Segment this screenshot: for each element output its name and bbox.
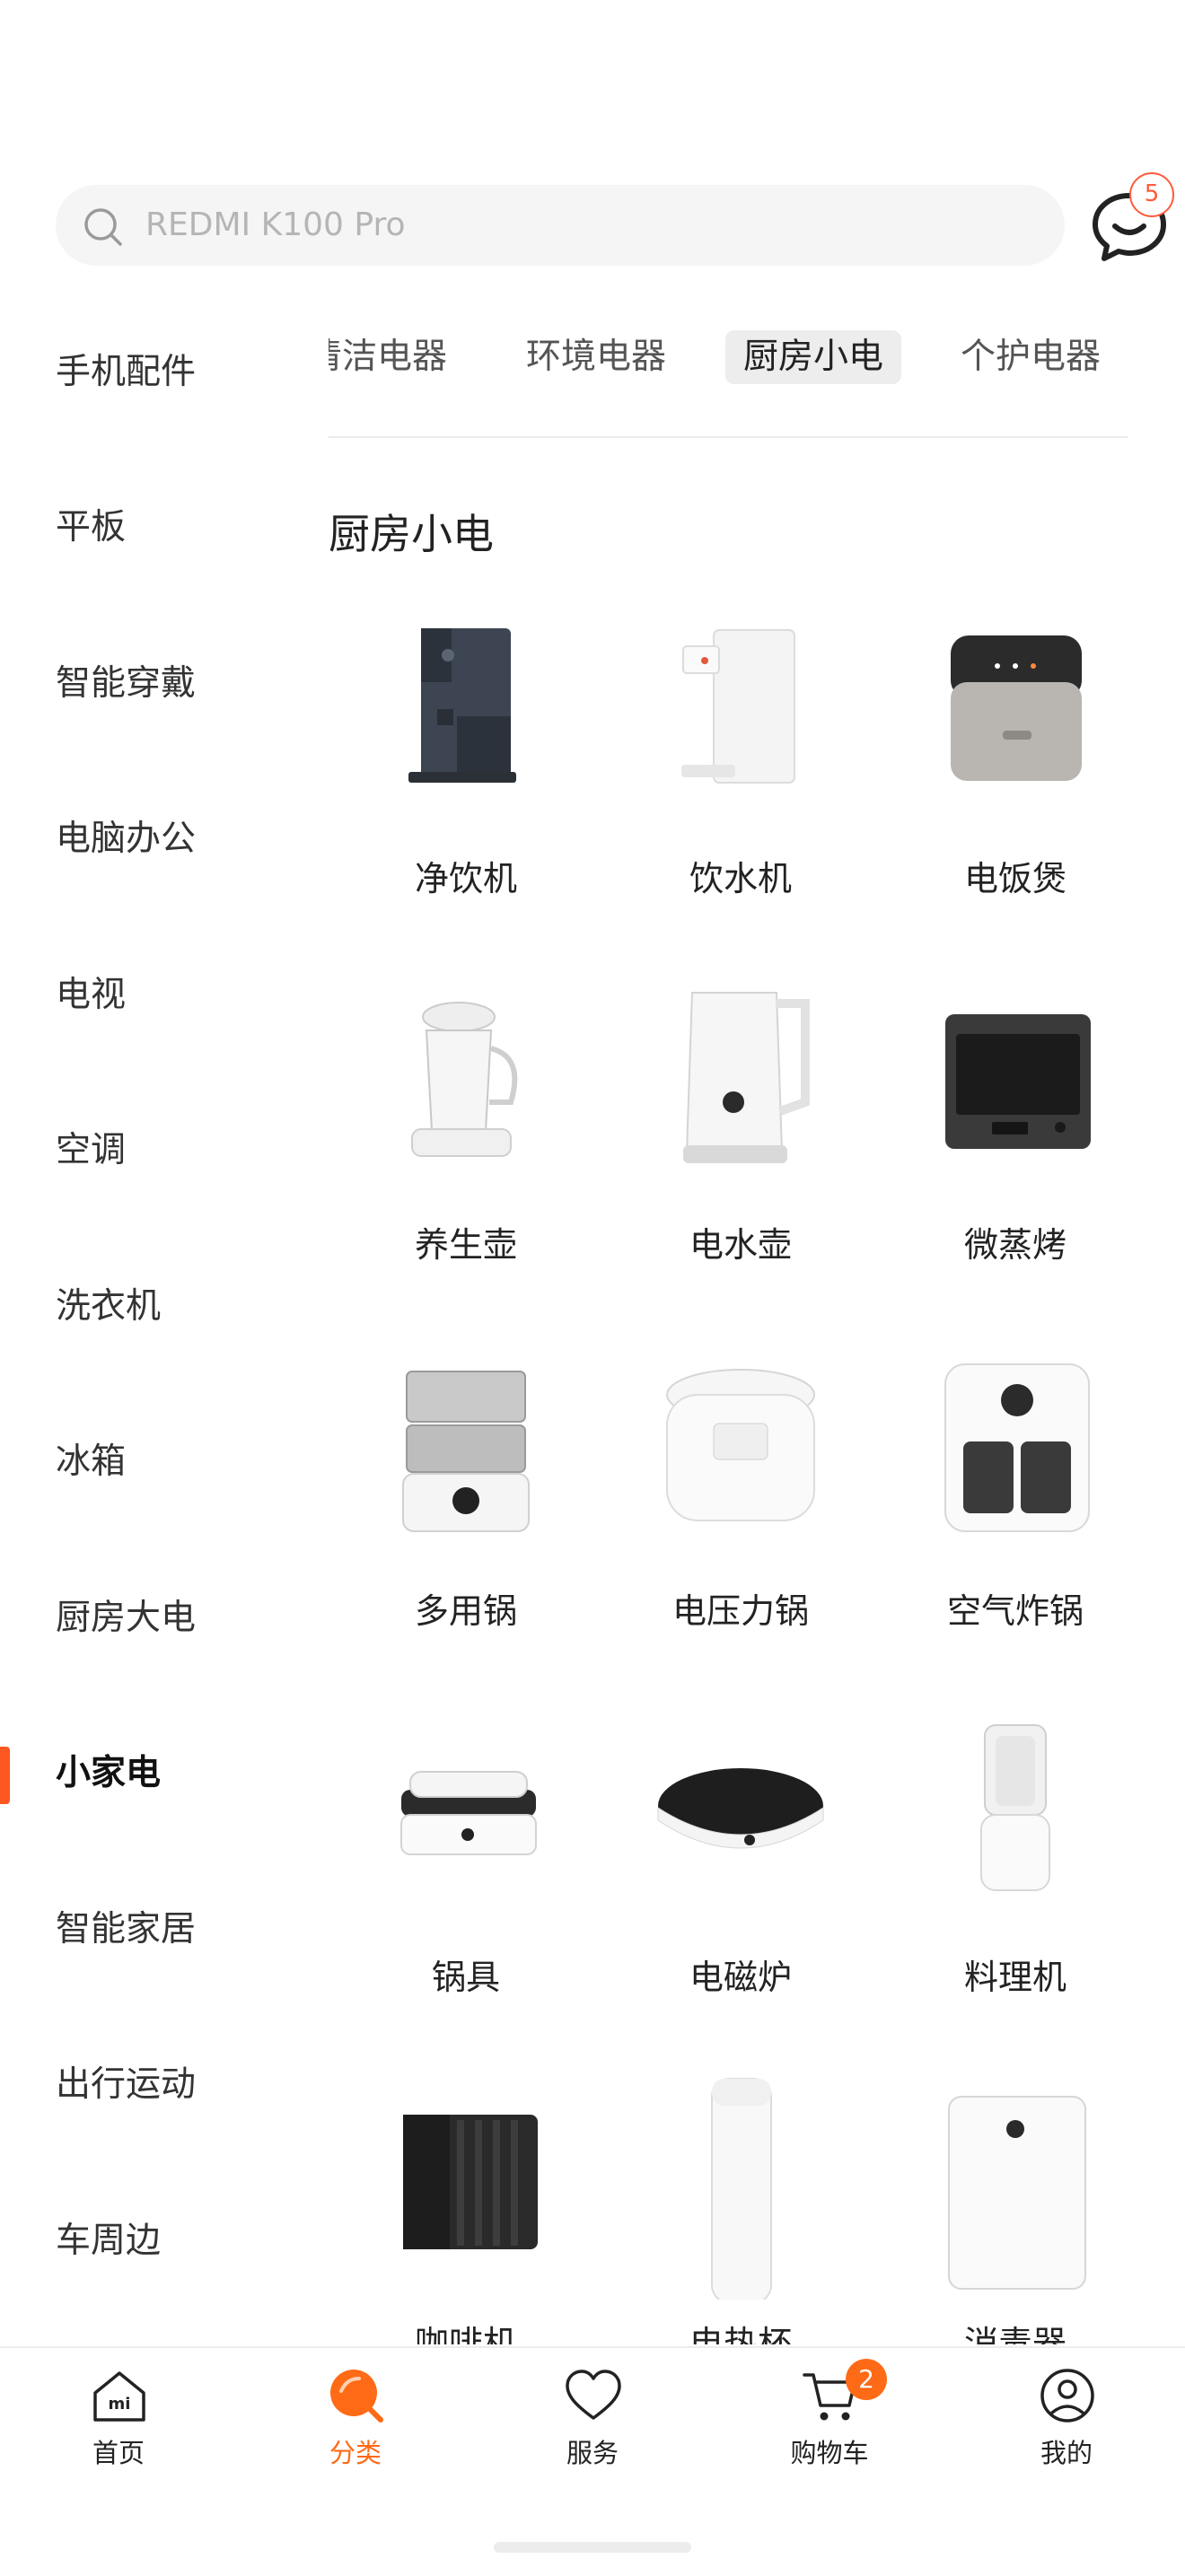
product-item[interactable]: 电饭煲 xyxy=(878,603,1153,969)
product-label: 多用锅 xyxy=(414,1591,517,1631)
product-item[interactable]: 电磁炉 xyxy=(603,1702,878,2068)
blender-icon xyxy=(980,1724,1050,1891)
tab-kitchen-small[interactable]: 厨房小电 xyxy=(725,330,902,384)
product-label: 咖啡机 xyxy=(414,2324,517,2344)
product-grid: 净饮机 饮水机 电饭煲 养生壶 电水壶 微蒸烤 多用锅 电压力锅 空气炸锅 锅具… xyxy=(329,603,1154,2344)
product-label: 饮水机 xyxy=(689,859,792,898)
sterilizer-icon xyxy=(948,2096,1086,2290)
product-item[interactable]: 空气炸锅 xyxy=(878,1336,1153,1702)
profile-icon xyxy=(1040,2369,1094,2423)
svg-text:mi: mi xyxy=(109,2395,131,2414)
tabs-divider xyxy=(329,436,1128,438)
pressure-cooker-icon xyxy=(666,1369,815,1521)
search-icon xyxy=(84,208,122,246)
product-label: 微蒸烤 xyxy=(963,1225,1066,1265)
product-item[interactable]: 电热杯 xyxy=(603,2068,878,2344)
sidebar-item-kitchen-appliances[interactable]: 厨房大电 xyxy=(56,1591,196,1645)
product-label: 锅具 xyxy=(431,1958,500,1997)
product-item[interactable]: 净饮机 xyxy=(329,603,603,969)
section-title: 厨房小电 xyxy=(329,510,494,558)
product-label: 电水壶 xyxy=(689,1225,792,1265)
product-label: 净饮机 xyxy=(414,859,517,898)
multi-cooker-icon xyxy=(402,1371,530,1532)
product-label: 料理机 xyxy=(963,1958,1066,1997)
product-item[interactable]: 锅具 xyxy=(329,1702,603,2068)
nav-cart[interactable]: 2 购物车 xyxy=(711,2348,948,2576)
search-bar[interactable]: REDMI K100 Pro xyxy=(56,185,1065,266)
product-item[interactable]: 咖啡机 xyxy=(329,2068,603,2344)
product-item[interactable]: 多用锅 xyxy=(329,1336,603,1702)
sidebar-item-travel-sports[interactable]: 出行运动 xyxy=(56,2058,196,2112)
product-label: 养生壶 xyxy=(414,1225,517,1265)
nav-profile[interactable]: 我的 xyxy=(948,2348,1185,2576)
tab-environment[interactable]: 环境电器 xyxy=(508,330,684,384)
home-icon: mi xyxy=(93,2371,145,2422)
tab-personal-care[interactable]: 个护电器 xyxy=(943,330,1119,384)
tab-cleaning[interactable]: 清洁电器 xyxy=(329,330,465,384)
induction-cooker-icon xyxy=(657,1768,824,1849)
sidebar-item-tv[interactable]: 电视 xyxy=(56,968,126,1022)
product-item[interactable]: 料理机 xyxy=(878,1702,1153,2068)
electric-kettle-icon xyxy=(683,992,810,1163)
thermal-cup-icon xyxy=(711,2078,772,2300)
product-label: 空气炸锅 xyxy=(946,1591,1084,1631)
product-item[interactable]: 消毒器 xyxy=(878,2068,1153,2344)
category-icon xyxy=(330,2370,383,2423)
home-indicator xyxy=(494,2542,691,2553)
product-item[interactable]: 电压力锅 xyxy=(603,1336,878,1702)
search-placeholder: REDMI K100 Pro xyxy=(145,206,406,243)
sidebar-item-small-appliances[interactable]: 小家电 xyxy=(56,1747,161,1801)
steam-oven-icon xyxy=(945,1014,1091,1149)
sidebar-item-washing-machine[interactable]: 洗衣机 xyxy=(56,1280,161,1334)
nav-label: 首页 xyxy=(92,2438,145,2468)
subcategory-tabs: 清洁电器 环境电器 厨房小电 个护电器 xyxy=(329,323,1128,395)
grill-pan-icon xyxy=(400,1771,537,1855)
heart-icon xyxy=(566,2370,621,2420)
rice-cooker-icon xyxy=(951,635,1082,781)
product-item[interactable]: 养生壶 xyxy=(329,969,603,1336)
water-dispenser-icon xyxy=(681,629,795,784)
message-count-badge: 5 xyxy=(1129,172,1174,217)
sidebar-item-phone-accessories[interactable]: 手机配件 xyxy=(56,346,196,399)
active-category-indicator xyxy=(0,1747,10,1804)
nav-home[interactable]: mi 首页 xyxy=(0,2348,237,2576)
sidebar-item-tablet[interactable]: 平板 xyxy=(56,501,126,555)
product-label: 电压力锅 xyxy=(672,1591,809,1631)
sidebar-item-fridge[interactable]: 冰箱 xyxy=(56,1435,126,1489)
sidebar-item-car-accessories[interactable]: 车周边 xyxy=(56,2214,161,2268)
product-item[interactable]: 微蒸烤 xyxy=(878,969,1153,1336)
product-label: 电饭煲 xyxy=(963,859,1066,898)
health-pot-icon xyxy=(411,1002,518,1157)
sidebar-item-wearables[interactable]: 智能穿戴 xyxy=(56,657,196,711)
air-fryer-icon xyxy=(944,1363,1090,1532)
sidebar-item-smart-home[interactable]: 智能家居 xyxy=(56,1903,196,1957)
nav-label: 服务 xyxy=(566,2438,619,2468)
product-label: 电磁炉 xyxy=(689,1958,792,1997)
product-label: 消毒器 xyxy=(963,2324,1066,2344)
nav-category[interactable]: 分类 xyxy=(237,2348,474,2576)
product-item[interactable]: 饮水机 xyxy=(603,603,878,969)
product-label: 电热杯 xyxy=(689,2324,792,2344)
coffee-machine-icon xyxy=(403,2115,538,2249)
sidebar-item-computer-office[interactable]: 电脑办公 xyxy=(56,812,196,866)
sidebar-item-air-conditioner[interactable]: 空调 xyxy=(56,1124,126,1178)
nav-label: 分类 xyxy=(329,2438,382,2468)
product-item[interactable]: 电水壶 xyxy=(603,969,878,1336)
nav-label: 购物车 xyxy=(790,2438,869,2468)
nav-label: 我的 xyxy=(1040,2438,1093,2468)
water-purifier-icon xyxy=(408,628,516,783)
cart-count-badge: 2 xyxy=(846,2359,887,2400)
